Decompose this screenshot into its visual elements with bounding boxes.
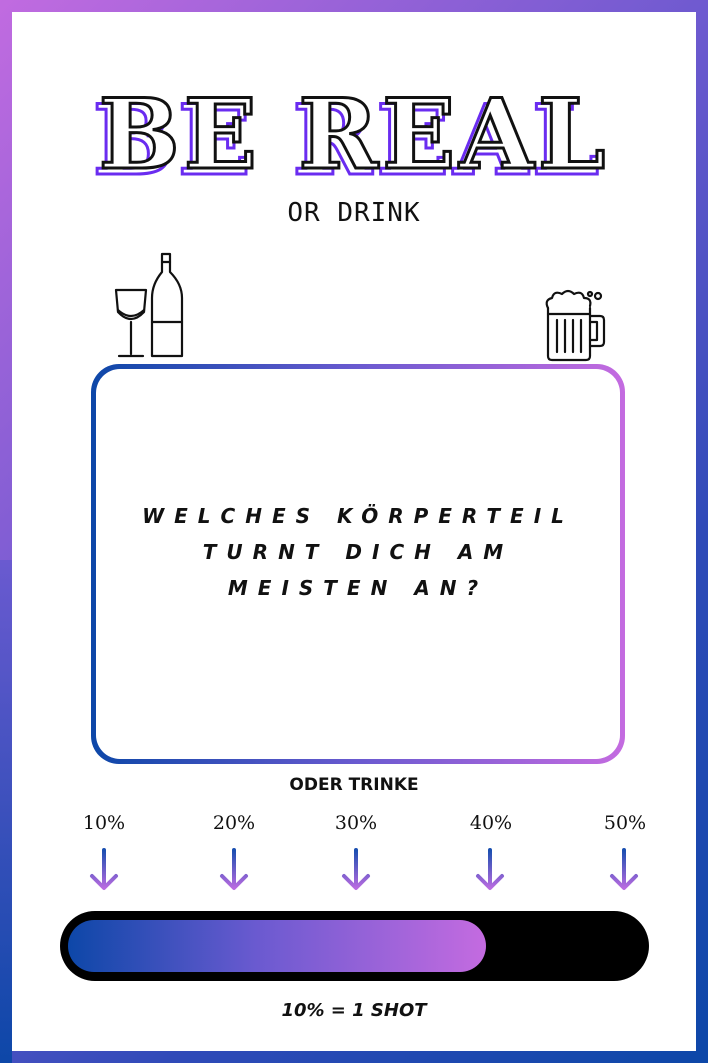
- percent-label-50: 50%: [603, 812, 647, 834]
- question-text: Welches Körperteil turnt dich am meisten…: [142, 504, 574, 600]
- progress-bar: [60, 911, 649, 981]
- percent-label-40: 40%: [469, 812, 513, 834]
- oder-trinke-label: ODER TRINKE: [289, 775, 419, 795]
- wine-glass-and-bottle-icon: [114, 252, 184, 358]
- title: BE REAL BE REAL: [0, 78, 708, 197]
- question-card: Welches Körperteil turnt dich am meisten…: [91, 364, 625, 764]
- title-text: BE REAL: [97, 78, 610, 191]
- percent-label-10: 10%: [82, 812, 126, 834]
- down-arrow-icon: [90, 848, 118, 890]
- question-card-inner: Welches Körperteil turnt dich am meisten…: [96, 369, 620, 759]
- frame-edge: [0, 560, 12, 1063]
- down-arrow-icon: [220, 848, 248, 890]
- progress-bar-fill: [68, 920, 486, 972]
- down-arrow-icon: [476, 848, 504, 890]
- shot-legend: 10% = 1 SHOT: [281, 1000, 427, 1021]
- percent-label-30: 30%: [334, 812, 378, 834]
- subtitle: OR DRINK: [287, 198, 421, 228]
- down-arrow-icon: [610, 848, 638, 890]
- down-arrow-icon: [342, 848, 370, 890]
- beer-mug-icon: [545, 289, 606, 362]
- percent-label-20: 20%: [212, 812, 256, 834]
